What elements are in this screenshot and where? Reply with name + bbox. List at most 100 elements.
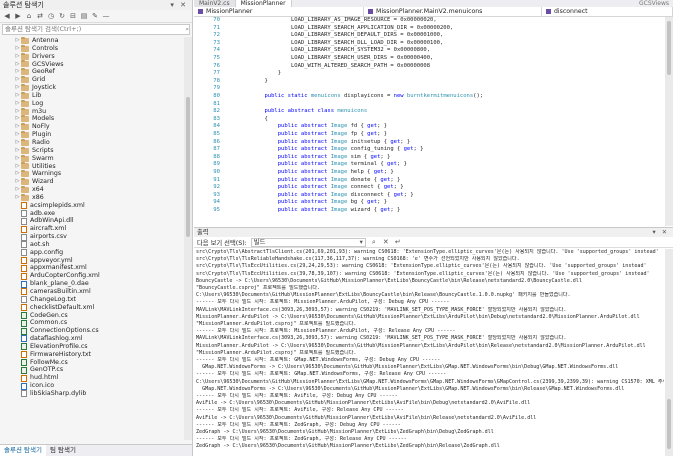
tree-file-item[interactable]: ArduCopterConfig.xml: [0, 272, 185, 280]
code-line[interactable]: public abstract Image connect { get; }: [238, 184, 404, 192]
code-line[interactable]: public abstract Image terminal { get; }: [238, 161, 407, 169]
tree-folder-item[interactable]: ▷ Wizard: [0, 178, 185, 186]
code-line[interactable]: public abstract Image wizard { get; }: [238, 207, 401, 215]
expand-arrow-icon[interactable]: ▷: [14, 170, 21, 178]
tree-folder-item[interactable]: ▷ Swarm: [0, 154, 185, 163]
output-source-select[interactable]: 빌드 ▾: [250, 237, 366, 247]
tree-file-item[interactable]: FirmwareHistory.txt: [0, 351, 185, 359]
tree-file-item[interactable]: appxmanifest.xml: [0, 264, 185, 272]
tree-folder-item[interactable]: ▷ Lib: [0, 91, 185, 100]
tree-folder-item[interactable]: ▷ NoFly: [0, 123, 185, 131]
tree-folder-item[interactable]: ▷ Controls: [0, 44, 185, 53]
tree-file-item[interactable]: acsimplepids.xml: [0, 202, 185, 210]
tree-file-item[interactable]: dataflashlog.xml: [0, 335, 185, 343]
code-line[interactable]: public abstract Image fp { get; }: [238, 131, 387, 139]
tree-folder-item[interactable]: ▷ Grid: [0, 76, 185, 84]
code-line[interactable]: LOAD_LIBRARY_SEARCH_USER_DIRS = 0x000004…: [238, 55, 433, 63]
editor-scrollbar[interactable]: [665, 17, 673, 226]
tree-file-item[interactable]: ChangeLog.txt: [0, 296, 185, 304]
code-line[interactable]: {: [238, 116, 267, 124]
tree-folder-item[interactable]: ▷ Models: [0, 115, 185, 123]
code-line[interactable]: LOAD_LIBRARY_SEARCH_DLL_LOAD_DIR = 0x000…: [238, 40, 443, 48]
tree-file-item[interactable]: hud.html: [0, 374, 185, 382]
find-icon[interactable]: ⌕: [370, 238, 378, 246]
project-dropdown[interactable]: MissionPlanner: [194, 7, 364, 16]
code-line[interactable]: LOAD_LIBRARY_SEARCH_APPLICATION_DIR = 0x…: [238, 25, 453, 33]
tab-missionplanner[interactable]: MissionPlanner: [235, 0, 292, 7]
code-line[interactable]: public abstract Image disconnect { get; …: [238, 192, 414, 200]
tree-file-item[interactable]: camerasBuiltin.xml: [0, 288, 185, 296]
expand-arrow-icon[interactable]: ▷: [14, 155, 21, 163]
tab-solution-explorer[interactable]: 솔루션 탐색기: [0, 445, 46, 456]
tree-file-item[interactable]: GenOTP.cs: [0, 366, 185, 374]
expand-arrow-icon[interactable]: ▷: [14, 108, 21, 116]
code-area[interactable]: 70 71 72 73 74 75 76 77 78 79 80 81 82 83 84 85 86 87 88 89…: [194, 17, 673, 226]
code-line[interactable]: public abstract Image sim { get; }: [238, 154, 391, 162]
expand-arrow-icon[interactable]: ▷: [14, 115, 21, 123]
tree-file-item[interactable]: checklistDefault.xml: [0, 304, 185, 312]
show-all-files-icon[interactable]: ▤: [80, 12, 88, 20]
expand-arrow-icon[interactable]: ▷: [14, 45, 21, 53]
code-line[interactable]: LOAD_LIBRARY_AS_IMAGE_RESOURCE = 0x00000…: [238, 17, 437, 25]
back-icon[interactable]: ◀: [3, 12, 11, 20]
code-line[interactable]: public abstract Image help { get; }: [238, 169, 394, 177]
expand-arrow-icon[interactable]: ▷: [14, 100, 21, 108]
tree-folder-item[interactable]: ▷ Utilities: [0, 162, 185, 171]
tree-folder-item[interactable]: ▷ Log: [0, 99, 185, 108]
tree-folder-item[interactable]: ▷ Plugin: [0, 131, 185, 139]
code-line[interactable]: LOAD_WITH_ALTERED_SEARCH_PATH = 0x000000…: [238, 63, 430, 71]
clear-all-icon[interactable]: ✕: [382, 238, 390, 246]
tree-file-item[interactable]: icon.ico: [0, 382, 185, 390]
tree-file-item[interactable]: blank_plane_0.dae: [0, 280, 185, 288]
code-line[interactable]: public static menuicons displayicons = n…: [238, 93, 483, 101]
expand-arrow-icon[interactable]: ▷: [14, 186, 21, 194]
tree-folder-item[interactable]: ▷ x64: [0, 185, 185, 194]
tree-folder-item[interactable]: ▷ Warnings: [0, 170, 185, 178]
scrollbar-thumb[interactable]: [667, 399, 671, 449]
solution-search-input[interactable]: 솔루션 탐색기 검색(Ctrl+;) ⌕: [2, 24, 190, 35]
tree-file-item[interactable]: Common.cs: [0, 319, 185, 327]
class-dropdown[interactable]: MissionPlanner.MainV2.menuicons: [364, 7, 542, 16]
code-line[interactable]: LOAD_LIBRARY_SEARCH_DEFAULT_DIRS = 0x000…: [238, 32, 443, 40]
tree-folder-item[interactable]: ▷ Antenna: [0, 37, 185, 45]
solution-scrollbar[interactable]: [184, 37, 192, 440]
code-line[interactable]: }: [238, 78, 267, 86]
output-scrollbar[interactable]: [665, 249, 673, 456]
code-line[interactable]: public abstract Image bg { get; }: [238, 199, 387, 207]
tree-folder-item[interactable]: ▷ Joystick: [0, 83, 185, 92]
expand-arrow-icon[interactable]: ▷: [14, 53, 21, 61]
tab-team-explorer[interactable]: 팀 탐색기: [46, 445, 80, 456]
tree-file-item[interactable]: aircraft.xml: [0, 225, 185, 233]
expand-arrow-icon[interactable]: ▷: [14, 61, 21, 69]
tree-file-item[interactable]: airports.csv: [0, 233, 185, 241]
expand-arrow-icon[interactable]: ▷: [14, 194, 21, 202]
history-icon[interactable]: ◷: [47, 12, 55, 20]
code-line[interactable]: LOAD_LIBRARY_SEARCH_SYSTEM32 = 0x0000080…: [238, 47, 430, 55]
expand-arrow-icon[interactable]: ▷: [14, 92, 21, 100]
expand-arrow-icon[interactable]: ▷: [14, 147, 21, 155]
tab-gcsviews[interactable]: GCSViews: [639, 0, 673, 7]
properties-wrench-icon[interactable]: ✎: [91, 12, 99, 20]
tab-mainv2-cs[interactable]: MainV2.cs: [194, 0, 236, 7]
tree-file-item[interactable]: CodeGen.cs: [0, 312, 185, 320]
member-dropdown[interactable]: disconnect: [542, 7, 673, 16]
expand-arrow-icon[interactable]: ▷: [14, 178, 21, 186]
expand-arrow-icon[interactable]: ▷: [14, 37, 21, 45]
tree-folder-item[interactable]: ▷ Scripts: [0, 146, 185, 155]
tree-file-item[interactable]: libSkiaSharp.dylib: [0, 390, 185, 398]
panel-controls[interactable]: ▾ ✕: [170, 0, 192, 10]
tree-file-item[interactable]: AdbWinApi.dll: [0, 217, 185, 225]
tree-file-item[interactable]: aot.sh: [0, 241, 185, 249]
code-line[interactable]: public abstract class menuicons: [238, 108, 367, 116]
tree-folder-item[interactable]: ▷ x86: [0, 193, 185, 202]
expand-arrow-icon[interactable]: ▷: [14, 123, 21, 131]
expand-arrow-icon[interactable]: ▷: [14, 163, 21, 171]
tree-file-item[interactable]: FollowMe.cs: [0, 359, 185, 367]
collapse-all-icon[interactable]: ⊟: [69, 12, 77, 20]
home-icon[interactable]: ⌂: [25, 12, 33, 20]
refresh-icon[interactable]: ↻: [58, 12, 66, 20]
expand-arrow-icon[interactable]: ▷: [14, 84, 21, 92]
scrollbar-thumb[interactable]: [667, 21, 671, 75]
code-line[interactable]: public abstract Image initsetup { get; }: [238, 139, 410, 147]
code-line[interactable]: public abstract Image donate { get; }: [238, 177, 401, 185]
